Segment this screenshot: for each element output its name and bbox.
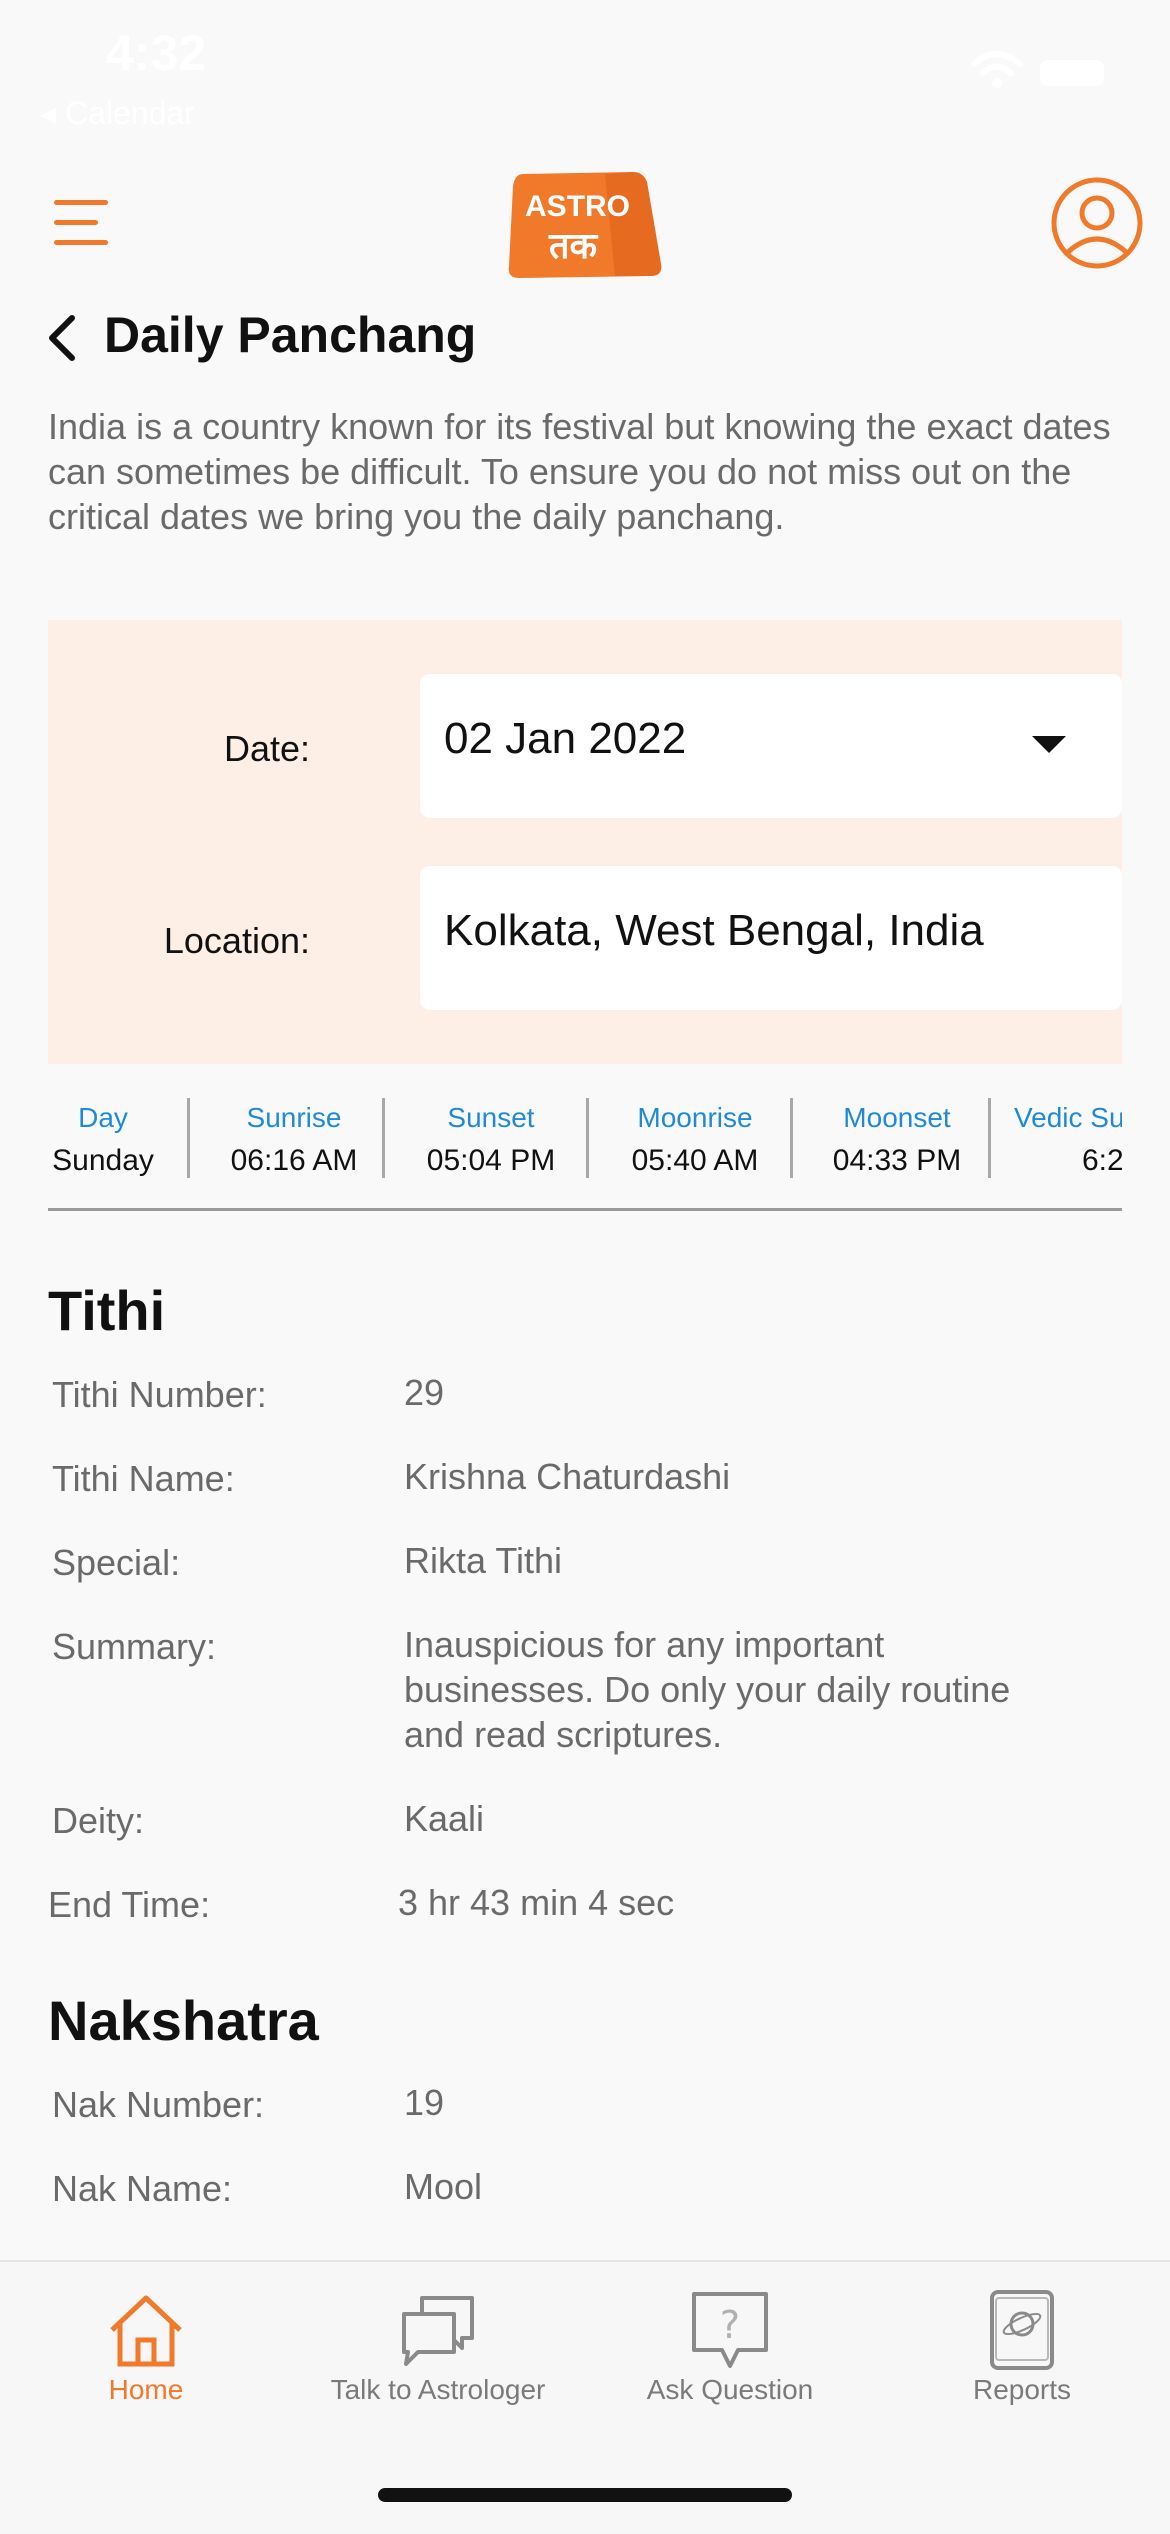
tithi-row-label: End Time: [48,1884,211,1925]
tab-label: Home [108,2374,184,2405]
logo-text-top: ASTRO [525,190,630,223]
chat-icon [402,2296,474,2366]
info-day: Day Sunday [48,1098,158,1180]
nakshatra-row-value: Mool [404,2166,483,2207]
tithi-row-label: Deity: [52,1800,145,1841]
tithi-row-label: Tithi Name: [52,1458,235,1499]
tab-label: Reports [972,2374,1072,2405]
wifi-icon [971,51,1023,88]
tithi-row-label: Summary: [52,1626,217,1667]
nakshatra-row-value: 19 [404,2082,445,2123]
nakshatra-title: Nakshatra [48,1989,319,2052]
info-value: 06:16 AM [230,1144,358,1177]
location-field[interactable]: Kolkata, West Bengal, India [420,866,1122,1010]
info-sunrise: Sunrise 06:16 AM [208,1098,380,1180]
tab-label: Ask Question [646,2374,814,2405]
home-indicator [378,2488,792,2502]
tithi-row-value: 3 hr 43 min 4 sec [398,1882,675,1923]
question-icon: ? [692,2292,768,2368]
nakshatra-row-label: Nak Name: [52,2168,233,2209]
divider [187,1098,190,1178]
info-value: 04:33 PM [832,1144,962,1177]
location-value: Kolkata, West Bengal, India [444,906,984,955]
info-label: Sunset [447,1102,535,1133]
home-icon [110,2295,182,2367]
tithi-row-label: Tithi Number: [52,1374,267,1415]
tab-talk-to-astrologer[interactable]: Talk to Astrologer [292,2262,584,2462]
info-vedic-sunrise: Vedic Su 6:20 [1014,1098,1122,1180]
divider [988,1098,991,1178]
info-moonrise: Moonrise 05:40 AM [608,1098,782,1180]
tab-label: Talk to Astrologer [330,2374,546,2405]
info-sunset: Sunset 05:04 PM [404,1098,578,1180]
svg-text:?: ? [720,2303,740,2347]
info-label: Moonset [843,1102,951,1133]
info-value: 05:40 AM [631,1144,759,1177]
battery-icon [1040,60,1104,86]
tithi-row-value: Inauspicious for any important businesse… [404,1624,1011,1755]
chevron-down-icon [1032,736,1066,753]
status-bar: 4:32 ◂ Calendar [0,0,1170,140]
tab-home[interactable]: Home [0,2262,292,2462]
tab-reports[interactable]: Reports [876,2262,1168,2462]
report-icon [990,2290,1054,2370]
info-value: 05:04 PM [426,1144,556,1177]
astrotak-logo[interactable]: ASTRO तक [505,168,663,280]
back-arrow-icon[interactable] [42,312,82,364]
tithi-row-value: Kaali [404,1798,485,1839]
divider [382,1098,385,1178]
logo-text-bottom: तक [548,226,599,267]
profile-icon[interactable] [1050,176,1144,270]
info-label: Vedic Su [1014,1102,1122,1133]
panchang-form: Date: 02 Jan 2022 Location: Kolkata, Wes… [48,620,1122,1064]
divider [586,1098,589,1178]
tithi-row-value: 29 [404,1372,445,1413]
divider [790,1098,793,1178]
info-label: Sunrise [246,1102,342,1133]
location-label: Location: [163,920,310,961]
date-dropdown[interactable]: 02 Jan 2022 [420,674,1122,818]
page-title: Daily Panchang [104,307,477,363]
info-label: Moonrise [637,1102,753,1133]
date-value: 02 Jan 2022 [444,714,687,763]
info-label: Day [78,1102,128,1133]
date-label: Date: [223,728,310,769]
intro-text: India is a country known for its festiva… [48,406,1111,537]
back-to-calendar-link[interactable]: ◂ Calendar [40,94,195,132]
sun-moon-info-strip[interactable]: Day Sunday Sunrise 06:16 AM Sunset 05:04… [48,1098,1122,1211]
tithi-row-value: Krishna Chaturdashi [404,1456,731,1497]
status-time: 4:32 [106,25,207,81]
tithi-row-label: Special: [52,1542,181,1583]
info-value: 6:20 [1082,1144,1122,1177]
tithi-title: Tithi [48,1279,166,1342]
info-value: Sunday [52,1144,154,1177]
tithi-row-value: Rikta Tithi [404,1540,563,1581]
tab-ask-question[interactable]: ? Ask Question [584,2262,876,2462]
menu-icon[interactable] [54,196,114,250]
nakshatra-row-label: Nak Number: [52,2084,265,2125]
info-moonset: Moonset 04:33 PM [810,1098,984,1180]
